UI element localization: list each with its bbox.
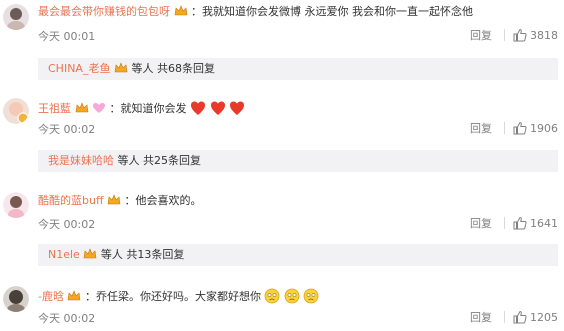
sad-face-emoji-icon	[303, 288, 319, 304]
like-button[interactable]: 1906	[513, 121, 558, 135]
thumb-up-icon	[513, 28, 527, 42]
reply-count[interactable]: 等人 共25条回复	[118, 154, 202, 167]
thumb-up-icon	[513, 310, 527, 324]
reply-count[interactable]: 等人 共68条回复	[131, 62, 215, 75]
vip-crown-icon	[174, 5, 188, 17]
avatar[interactable]	[3, 192, 29, 218]
like-count: 1641	[530, 216, 558, 230]
action-divider	[504, 311, 505, 323]
heart-emoji-icon	[229, 100, 245, 116]
like-count: 1205	[530, 310, 558, 324]
reply-button[interactable]: 回复	[470, 309, 492, 325]
comment-text: ：乔任梁。你还好吗。大家都好想你	[84, 290, 261, 303]
vip-crown-icon	[83, 246, 97, 259]
vip-crown-icon	[114, 60, 128, 73]
sad-face-emoji-icon	[284, 288, 300, 304]
comment-username[interactable]: -鹿晗	[38, 290, 64, 303]
reply-count[interactable]: 等人 共13条回复	[101, 248, 185, 261]
avatar[interactable]	[3, 286, 29, 312]
action-divider	[504, 29, 505, 41]
comment-time: 今天 00:01	[38, 30, 96, 43]
comment-item: 酷酷的蓝buff ：他会喜欢的。 今天 00:02 回复 1641 N1ele …	[0, 180, 564, 272]
vip-crown-icon	[67, 290, 81, 302]
like-count: 1906	[530, 121, 558, 135]
comment-text: ：他会喜欢的。	[124, 194, 202, 207]
comment-username[interactable]: 最会最会带你赚钱的包包呀	[38, 5, 170, 18]
reply-button[interactable]: 回复	[470, 27, 492, 43]
like-button[interactable]: 3818	[513, 28, 558, 42]
vip-crown-icon	[75, 102, 89, 114]
pink-heart-icon	[92, 102, 106, 114]
comment-time: 今天 00:02	[38, 312, 96, 325]
thumb-up-icon	[513, 121, 527, 135]
action-divider	[504, 122, 505, 134]
comment-time: 今天 00:02	[38, 123, 96, 136]
comment-item: 最会最会带你赚钱的包包呀 ：我就知道你会发微博 永远爱你 我会和你一直一起怀念他…	[0, 0, 564, 88]
thumb-up-icon	[513, 216, 527, 230]
vip-crown-icon	[107, 194, 121, 206]
reply-summary[interactable]: CHINA_老鱼 等人 共68条回复	[38, 58, 558, 80]
comment-item: 王祖藍 ：就知道你会发 今天 00:02 回复 1906 我是妹妹哈哈 等人 共…	[0, 88, 564, 180]
action-divider	[504, 217, 505, 229]
reply-button[interactable]: 回复	[470, 120, 492, 136]
reply-summary[interactable]: N1ele 等人 共13条回复	[38, 244, 558, 266]
reply-users[interactable]: CHINA_老鱼	[38, 62, 110, 75]
like-button[interactable]: 1205	[513, 310, 558, 324]
heart-emoji-icon	[190, 100, 206, 116]
reply-users[interactable]: 我是妹妹哈哈	[38, 154, 114, 167]
comment-text: ：我就知道你会发微博 永远爱你 我会和你一直一起怀念他	[191, 5, 473, 18]
avatar[interactable]	[3, 4, 29, 30]
comment-time: 今天 00:02	[38, 218, 96, 231]
reply-button[interactable]: 回复	[470, 215, 492, 231]
sad-face-emoji-icon	[264, 288, 280, 304]
reply-summary[interactable]: 我是妹妹哈哈 等人 共25条回复	[38, 150, 558, 172]
heart-emoji-icon	[210, 100, 226, 116]
comment-item: -鹿晗 ：乔任梁。你还好吗。大家都好想你 今天 00:02 回复 1205	[0, 272, 564, 331]
like-button[interactable]: 1641	[513, 216, 558, 230]
avatar[interactable]	[3, 98, 29, 124]
comment-username[interactable]: 王祖藍	[38, 102, 71, 115]
like-count: 3818	[530, 28, 558, 42]
comment-text: ：就知道你会发	[109, 102, 187, 115]
comment-username[interactable]: 酷酷的蓝buff	[38, 194, 104, 207]
reply-users[interactable]: N1ele	[38, 248, 80, 261]
